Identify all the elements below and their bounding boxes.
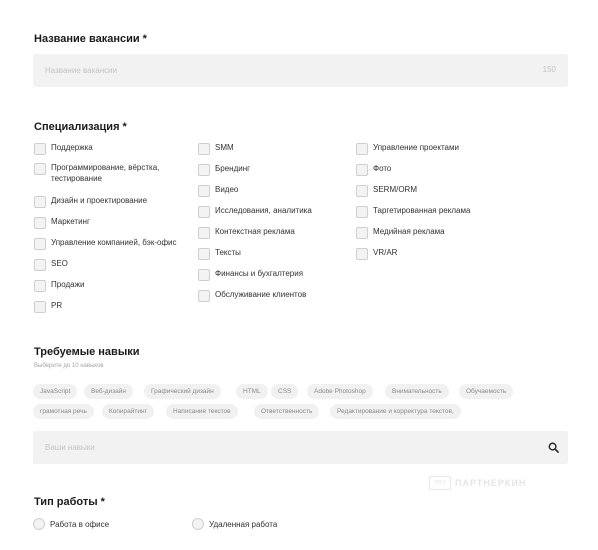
specialization-option[interactable]: Дизайн и проектирование [34,195,147,208]
checkbox[interactable] [34,196,46,208]
checkbox[interactable] [34,301,46,313]
checkbox-label: Видео [215,185,239,194]
specialization-option[interactable]: Программирование, вёрстка, тестирование [34,162,159,184]
watermark-text: ПАРТНЕРКИН [455,478,527,488]
skill-chip[interactable]: Редактирование и корректура текстов, [330,404,461,419]
checkbox[interactable] [198,143,210,155]
checkbox-label: VR/AR [373,248,398,257]
checkbox[interactable] [356,185,368,197]
specialization-option[interactable]: Обслуживание клиентов [198,289,306,302]
skill-chip[interactable]: Копирайтинг [102,404,154,419]
checkbox-label: Исследования, аналитика [215,206,312,215]
checkbox[interactable] [198,164,210,176]
checkbox[interactable] [356,248,368,260]
specialization-option[interactable]: Исследования, аналитика [198,205,312,218]
checkbox-label: Дизайн и проектирование [51,196,148,205]
checkbox[interactable] [34,163,46,175]
checkbox-label: Маркетинг [51,217,90,226]
specialization-option[interactable]: SERM/ORM [356,184,417,197]
checkbox-label: Программирование, вёрстка, тестирование [51,163,160,183]
checkbox[interactable] [198,185,210,197]
checkbox[interactable] [34,238,46,250]
search-icon[interactable] [548,442,559,453]
specialization-title: Специализация * [34,121,127,133]
radio-label: Работа в офисе [50,519,110,529]
checkbox-label: Продажи [51,280,85,289]
checkbox[interactable] [34,217,46,229]
vacancy-title-field[interactable]: 150 [33,54,568,87]
specialization-option[interactable]: Брендинг [198,163,250,176]
checkbox[interactable] [198,206,210,218]
vacancy-title-input[interactable] [33,54,568,87]
checkbox-label: SERM/ORM [373,185,417,194]
checkbox[interactable] [198,248,210,260]
checkbox-label: SEO [51,259,68,268]
specialization-option[interactable]: Финансы и бухгалтерия [198,268,303,281]
specialization-option[interactable]: Поддержка [34,142,93,155]
radio-button[interactable] [192,518,204,530]
checkbox[interactable] [198,269,210,281]
checkbox[interactable] [198,290,210,302]
checkbox-label: Медийная реклама [373,227,445,236]
specialization-option[interactable]: Видео [198,184,238,197]
specialization-option[interactable]: Тексты [198,247,241,260]
checkbox-label: PR [51,301,63,310]
skill-chip[interactable]: Внимательность [385,384,449,399]
specialization-option[interactable]: SMM [198,142,234,155]
work-type-title: Тип работы * [34,496,105,508]
vacancy-title-label: Название вакансии * [34,33,147,45]
checkbox-label: Брендинг [215,164,251,173]
work-type-option[interactable]: Удаленная работа [192,518,277,530]
specialization-option[interactable]: Контекстная реклама [198,226,295,239]
checkbox-label: Управление проектами [373,143,459,152]
watermark: РRO ПАРТНЕРКИН [429,476,526,490]
skill-chip[interactable]: Adobe Photoshop [307,384,373,399]
skills-hint: Выберите до 10 навыков [34,363,104,369]
char-counter: 150 [542,65,556,74]
skills-input[interactable] [33,431,568,464]
checkbox-label: Таргетированная реклама [373,206,471,215]
checkbox-label: Поддержка [51,143,93,152]
checkbox[interactable] [356,227,368,239]
work-type-option[interactable]: Работа в офисе [33,518,109,530]
checkbox-label: SMM [215,143,234,152]
specialization-option[interactable]: Управление компанией, бэк-офис [34,237,177,250]
checkbox-label: Фото [373,164,392,173]
specialization-option[interactable]: VR/AR [356,247,397,260]
specialization-option[interactable]: Таргетированная реклама [356,205,470,218]
checkbox[interactable] [34,143,46,155]
checkbox[interactable] [356,143,368,155]
checkbox-label: Обслуживание клиентов [215,290,307,299]
specialization-option[interactable]: Фото [356,163,391,176]
skills-title: Требуемые навыки [34,346,140,358]
specialization-option[interactable]: PR [34,300,62,313]
checkbox[interactable] [34,280,46,292]
specialization-option[interactable]: Управление проектами [356,142,459,155]
watermark-logo: РRO [429,476,451,490]
checkbox-label: Тексты [215,248,241,257]
specialization-option[interactable]: Продажи [34,279,84,292]
skill-chip[interactable]: Графический дизайн [144,384,221,399]
radio-button[interactable] [33,518,45,530]
skill-chip[interactable]: HTML [236,384,268,399]
skill-chip[interactable]: Веб-дизайн [84,384,134,399]
skill-chip[interactable]: грамотная речь [33,404,94,419]
specialization-option[interactable]: Маркетинг [34,216,90,229]
specialization-option[interactable]: SEO [34,258,68,271]
skill-chip[interactable]: Ответственность [254,404,320,419]
skill-chip[interactable]: Обучаемость [459,384,514,399]
checkbox[interactable] [356,206,368,218]
skill-chip[interactable]: CSS [271,384,299,399]
skill-chip[interactable]: JavaScript [33,384,78,399]
specialization-option[interactable]: Медийная реклама [356,226,445,239]
radio-label: Удаленная работа [209,519,278,529]
checkbox-label: Управление компанией, бэк-офис [51,238,177,247]
skill-chip[interactable]: Написание текстов [166,404,238,419]
checkbox-label: Финансы и бухгалтерия [215,269,304,278]
checkbox-label: Контекстная реклама [215,227,295,236]
checkbox[interactable] [34,259,46,271]
checkbox[interactable] [356,164,368,176]
checkbox[interactable] [198,227,210,239]
skills-field[interactable] [33,431,568,464]
